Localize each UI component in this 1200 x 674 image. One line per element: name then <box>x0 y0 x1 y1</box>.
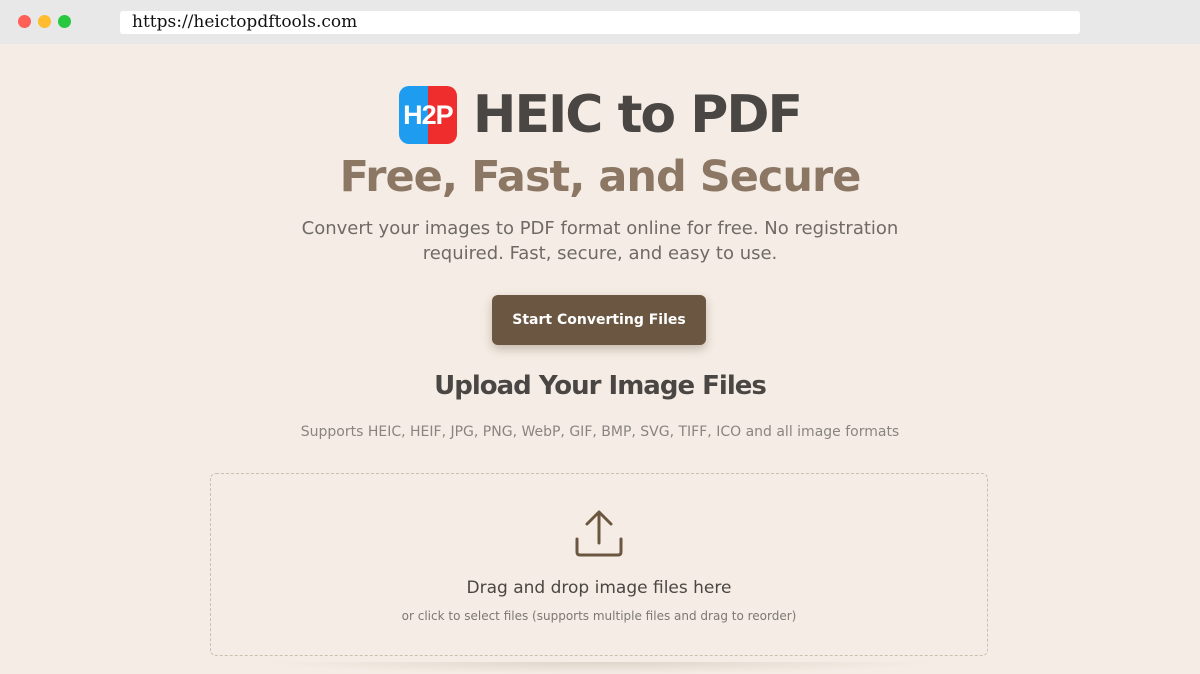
upload-section-title: Upload Your Image Files <box>434 371 767 401</box>
page-title: HEIC to PDF <box>472 85 803 145</box>
logo-text: H2P <box>403 99 454 130</box>
address-bar[interactable]: https://heictopdftools.com <box>120 11 1080 34</box>
upload-icon <box>575 510 623 557</box>
hero-title: H2P HEIC to PDF <box>0 84 1200 146</box>
card-shadow <box>260 662 940 674</box>
h2p-logo: H2P <box>398 86 457 144</box>
hero-subtitle: Free, Fast, and Secure <box>339 152 862 202</box>
file-dropzone[interactable]: Drag and drop image files here or click … <box>210 473 988 656</box>
maximize-window-button[interactable] <box>58 15 71 28</box>
close-window-button[interactable] <box>18 15 31 28</box>
supported-formats-text: Supports HEIC, HEIF, JPG, PNG, WebP, GIF… <box>300 424 900 440</box>
browser-chrome: https://heictopdftools.com <box>0 0 1200 44</box>
minimize-window-button[interactable] <box>38 15 51 28</box>
dropzone-hint: or click to select files (supports multi… <box>401 609 797 623</box>
hero-description: Convert your images to PDF format online… <box>301 218 899 264</box>
dropzone-label: Drag and drop image files here <box>466 578 732 598</box>
start-converting-button[interactable]: Start Converting Files <box>492 295 706 345</box>
